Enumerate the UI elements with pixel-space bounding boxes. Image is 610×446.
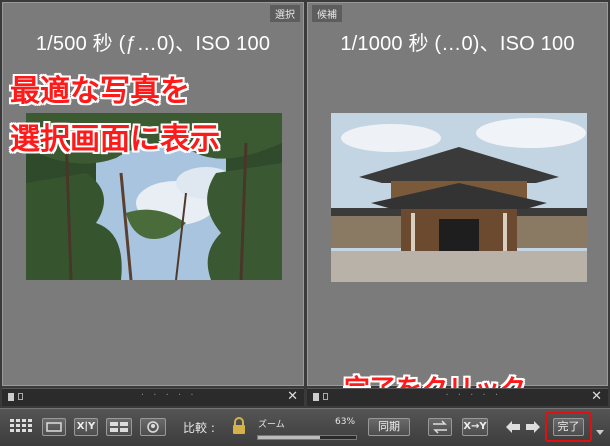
zoom-slider[interactable] [257,435,357,440]
compare-view-icon[interactable]: X|Y [74,418,98,436]
flag-icon[interactable] [8,393,14,401]
rating-dots[interactable]: · · · · · [141,390,197,401]
select-photo-meta: 1/500 秒 (ƒ…0)、ISO 100 [35,33,271,55]
sync-button[interactable]: 同期 [368,418,410,436]
survey-view-icon[interactable] [106,418,132,436]
zoom-label: ズーム [258,420,285,430]
toolbar-menu-chevron-icon[interactable] [596,422,604,441]
callout-display-best: 最適な写真を 選択画面に表示 [10,68,220,164]
callout-line-2: 選択画面に表示 [10,122,220,157]
loupe-view-icon[interactable] [42,418,66,436]
temple-gate-photo [331,113,587,282]
close-icon[interactable]: ✕ [591,389,602,404]
next-arrow-icon[interactable] [525,419,541,438]
select-strip: · · · · · ✕ [2,388,304,406]
select-pane[interactable]: 選択 1/500 秒 (ƒ…0)、ISO 100 [2,2,304,386]
zoom-value: 63% [335,417,356,427]
select-tag: 選択 [270,5,300,22]
swap-icon[interactable] [428,418,452,436]
compare-label: 比較 : [183,421,215,435]
candidate-tag: 候補 [312,5,342,22]
rating-dots[interactable]: · · · · · [445,390,501,401]
reject-flag-icon[interactable] [323,393,328,400]
candidate-photo-meta: 1/1000 秒 (…0)、ISO 100 [340,33,575,55]
people-view-icon[interactable] [140,418,166,436]
candidate-pane[interactable]: 候補 1/1000 秒 (…0)、ISO 100 [307,2,608,386]
reject-flag-icon[interactable] [18,393,23,400]
make-select-icon[interactable]: X→Y [462,418,488,436]
zoom-slider-fill [258,436,320,439]
candidate-photo[interactable] [331,113,587,282]
flag-icon[interactable] [313,393,319,401]
toolbar: X|Y 比較 : ズーム 63% 同期 X→Y 完了 [0,408,610,446]
previous-arrow-icon[interactable] [505,419,521,438]
lock-icon[interactable] [232,417,246,439]
grid-view-icon[interactable] [8,418,34,436]
close-icon[interactable]: ✕ [287,389,298,404]
candidate-strip: · · · · · ✕ [307,388,608,406]
callout-line-1: 最適な写真を [10,74,190,109]
done-button[interactable]: 完了 [553,418,584,436]
